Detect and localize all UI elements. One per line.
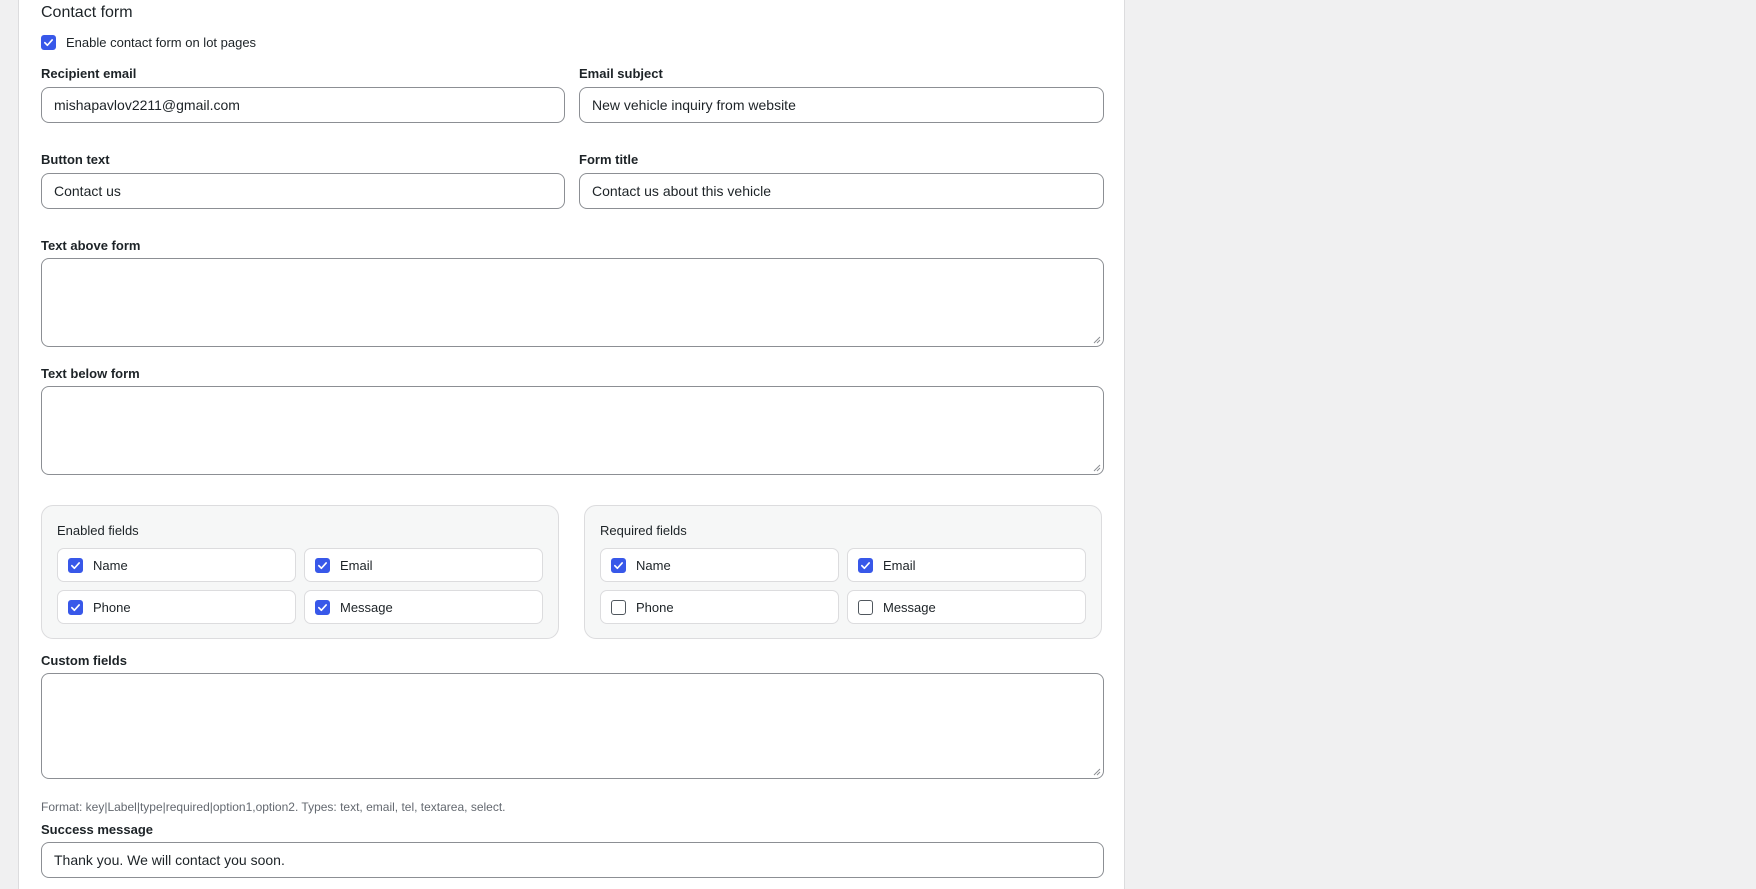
settings-panel: Contact form Enable contact form on lot … xyxy=(18,0,1125,889)
checkmark-icon xyxy=(318,561,327,569)
form-title-label: Form title xyxy=(579,152,639,167)
checkmark-icon xyxy=(861,561,870,569)
button-text-label: Button text xyxy=(41,152,110,167)
required-name-label: Name xyxy=(636,557,671,573)
required-email-label: Email xyxy=(883,557,916,573)
required-phone-checkbox[interactable] xyxy=(611,599,626,615)
button-text-input[interactable]: Contact us xyxy=(41,173,565,209)
enabled-fields-title: Enabled fields xyxy=(57,523,139,538)
required-message-checkbox[interactable] xyxy=(858,599,873,615)
enabled-field-phone[interactable]: Phone xyxy=(57,590,296,624)
text-below-form-label: Text below form xyxy=(41,366,140,381)
required-fields-box: Required fields Name Email Phone Message xyxy=(584,505,1102,639)
checkmark-icon xyxy=(614,561,623,569)
enabled-message-label: Message xyxy=(340,599,393,615)
enabled-phone-checkbox[interactable] xyxy=(68,599,83,615)
checkmark-icon xyxy=(318,603,327,611)
enabled-name-label: Name xyxy=(93,557,128,573)
required-field-name[interactable]: Name xyxy=(600,548,839,582)
checkmark-icon xyxy=(71,603,80,611)
recipient-email-input[interactable]: mishapavlov2211@gmail.com xyxy=(41,87,565,123)
success-message-input[interactable]: Thank you. We will contact you soon. xyxy=(41,842,1104,878)
enabled-name-checkbox[interactable] xyxy=(68,557,83,573)
text-above-form-textarea[interactable] xyxy=(41,258,1104,347)
enable-contact-form-label: Enable contact form on lot pages xyxy=(66,35,257,50)
required-email-checkbox[interactable] xyxy=(858,557,873,573)
email-subject-label: Email subject xyxy=(579,66,663,81)
enabled-fields-box: Enabled fields Name Email Phone Message xyxy=(41,505,559,639)
enabled-email-checkbox[interactable] xyxy=(315,557,330,573)
custom-fields-label: Custom fields xyxy=(41,653,127,668)
email-subject-input[interactable]: New vehicle inquiry from website xyxy=(579,87,1104,123)
success-message-label: Success message xyxy=(41,822,154,837)
section-title: Contact form xyxy=(41,4,133,21)
required-field-message[interactable]: Message xyxy=(847,590,1086,624)
enabled-phone-label: Phone xyxy=(93,599,131,615)
checkmark-icon xyxy=(44,39,53,47)
enabled-field-message[interactable]: Message xyxy=(304,590,543,624)
enabled-field-email[interactable]: Email xyxy=(304,548,543,582)
resize-grip-icon[interactable] xyxy=(1093,336,1101,344)
resize-grip-icon[interactable] xyxy=(1093,464,1101,472)
required-phone-label: Phone xyxy=(636,599,674,615)
checkmark-icon xyxy=(71,561,80,569)
enable-contact-form-row[interactable]: Enable contact form on lot pages xyxy=(41,35,256,50)
custom-fields-hint: Format: key|Label|type|required|option1,… xyxy=(41,800,506,814)
enabled-message-checkbox[interactable] xyxy=(315,599,330,615)
resize-grip-icon[interactable] xyxy=(1093,768,1101,776)
required-field-phone[interactable]: Phone xyxy=(600,590,839,624)
required-name-checkbox[interactable] xyxy=(611,557,626,573)
required-field-email[interactable]: Email xyxy=(847,548,1086,582)
required-fields-title: Required fields xyxy=(600,523,687,538)
enable-contact-form-checkbox[interactable] xyxy=(41,35,56,50)
enabled-field-name[interactable]: Name xyxy=(57,548,296,582)
text-above-form-label: Text above form xyxy=(41,238,141,253)
required-message-label: Message xyxy=(883,599,936,615)
enabled-email-label: Email xyxy=(340,557,373,573)
recipient-email-label: Recipient email xyxy=(41,66,137,81)
custom-fields-textarea[interactable] xyxy=(41,673,1104,779)
form-title-input[interactable]: Contact us about this vehicle xyxy=(579,173,1104,209)
text-below-form-textarea[interactable] xyxy=(41,386,1104,475)
